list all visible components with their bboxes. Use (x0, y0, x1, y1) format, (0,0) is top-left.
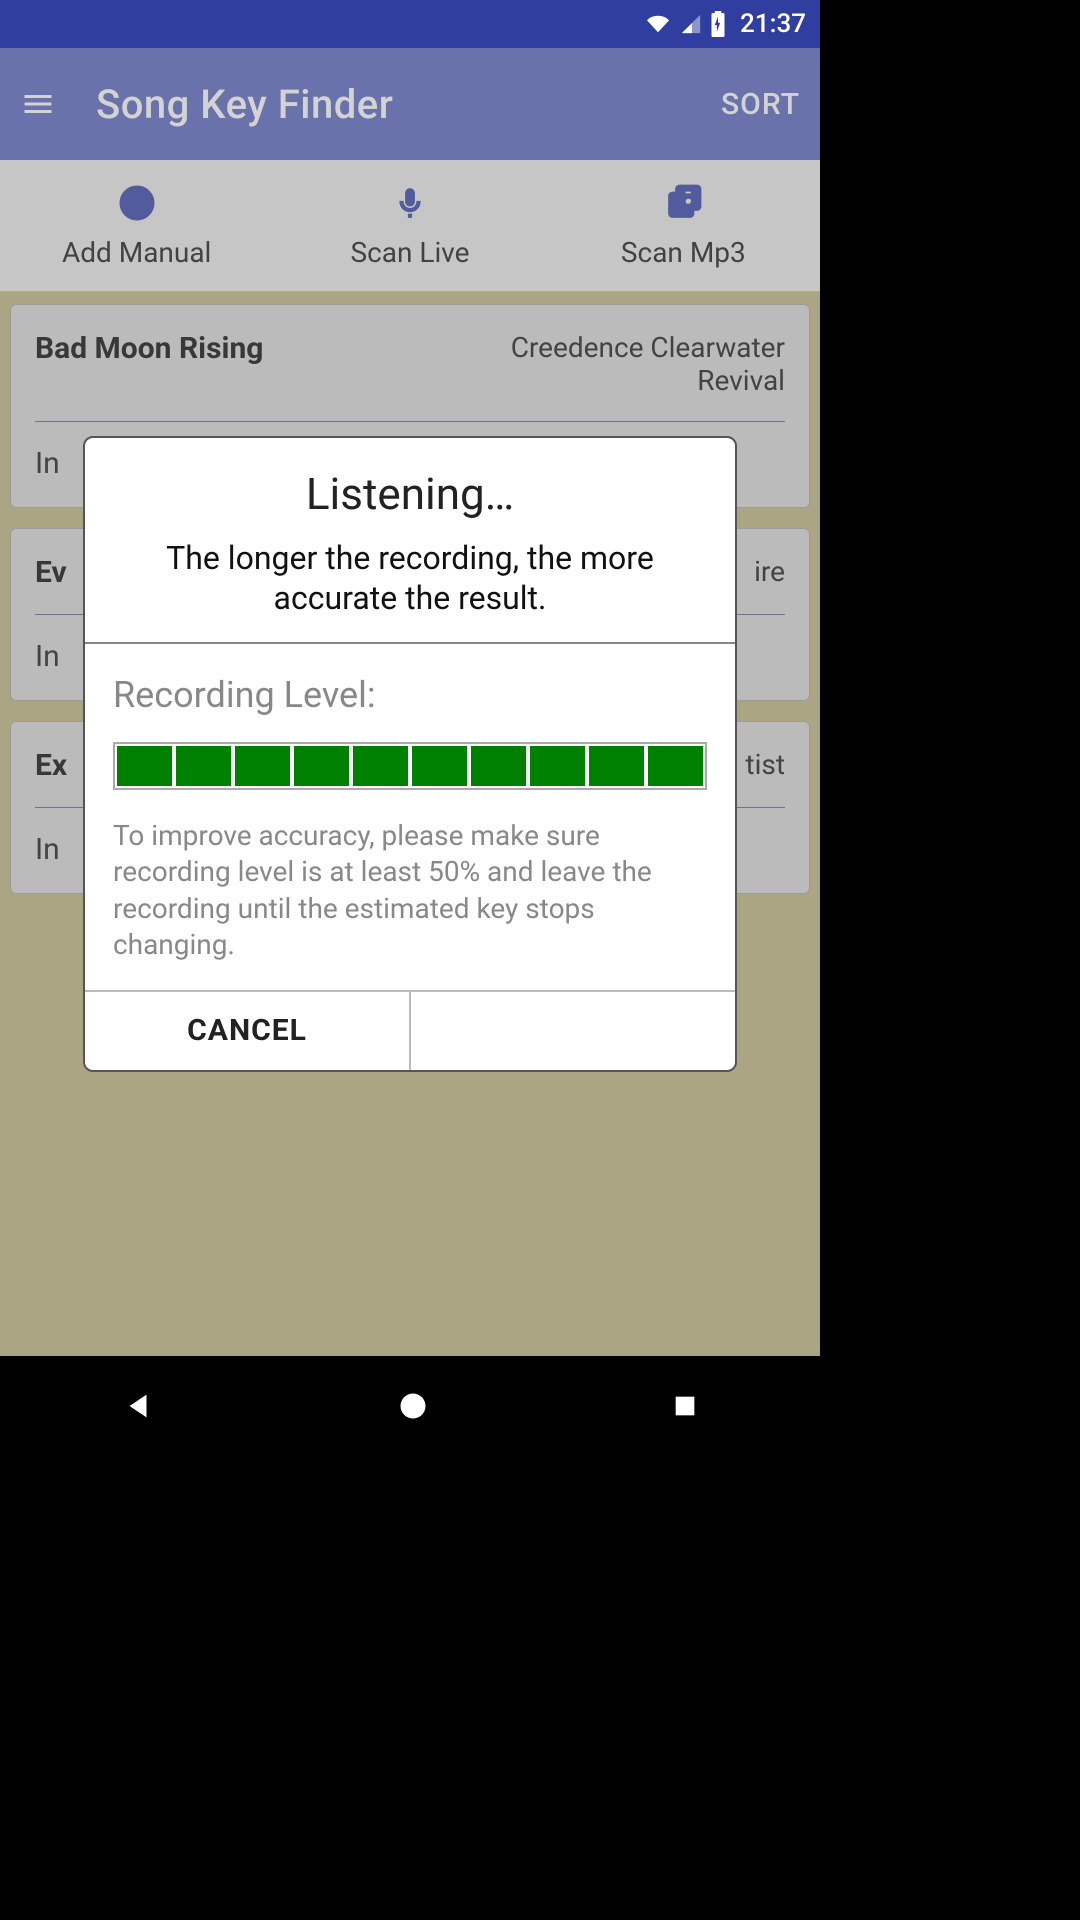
dialog-hint: To improve accuracy, please make sure re… (113, 818, 707, 964)
app-title: Song Key Finder (96, 81, 681, 128)
level-segment (412, 746, 467, 786)
cancel-button[interactable]: CANCEL (85, 992, 409, 1070)
song-artist: tist (745, 748, 785, 781)
level-segment (176, 746, 231, 786)
song-artist: Creedence Clearwater Revival (465, 331, 785, 397)
home-icon[interactable] (398, 1391, 428, 1421)
scan-live-label: Scan Live (350, 236, 469, 269)
actions-row: Add Manual Scan Live Scan Mp3 (0, 160, 820, 292)
recording-level-label: Recording Level: (113, 674, 707, 716)
level-segment (235, 746, 290, 786)
level-segment (648, 746, 703, 786)
dialog-header: Listening… The longer the recording, the… (85, 438, 735, 644)
scan-live-button[interactable]: Scan Live (273, 160, 546, 291)
sort-button[interactable]: SORT (721, 87, 800, 122)
status-bar: 21:37 (0, 0, 820, 48)
dialog-body: Recording Level: To improve accuracy, pl… (85, 644, 735, 992)
app-bar: Song Key Finder SORT (0, 48, 820, 160)
dialog-subtitle: The longer the recording, the more accur… (109, 538, 711, 618)
status-time: 21:37 (740, 9, 806, 39)
back-icon[interactable] (121, 1389, 155, 1423)
wifi-icon (644, 13, 672, 35)
battery-charging-icon (710, 11, 726, 37)
microphone-icon (393, 182, 427, 224)
divider (35, 421, 785, 422)
song-artist: ire (754, 555, 785, 588)
level-segment (117, 746, 172, 786)
level-segment (294, 746, 349, 786)
nav-bar (0, 1356, 820, 1456)
recent-apps-icon[interactable] (671, 1392, 699, 1420)
listening-dialog: Listening… The longer the recording, the… (83, 436, 737, 1072)
level-segment (353, 746, 408, 786)
scan-mp3-label: Scan Mp3 (621, 236, 746, 269)
plus-circle-icon (116, 182, 158, 224)
add-manual-button[interactable]: Add Manual (0, 160, 273, 291)
music-file-icon (662, 182, 704, 224)
signal-icon (680, 13, 702, 35)
level-segment (471, 746, 526, 786)
level-segment (530, 746, 585, 786)
level-segment (589, 746, 644, 786)
dialog-title: Listening… (109, 468, 711, 520)
add-manual-label: Add Manual (62, 236, 211, 269)
dialog-second-button[interactable] (409, 992, 735, 1070)
scan-mp3-button[interactable]: Scan Mp3 (547, 160, 820, 291)
recording-level-meter (113, 742, 707, 790)
song-title: Bad Moon Rising (35, 331, 465, 366)
menu-icon[interactable] (20, 86, 56, 122)
dialog-buttons: CANCEL (85, 992, 735, 1070)
